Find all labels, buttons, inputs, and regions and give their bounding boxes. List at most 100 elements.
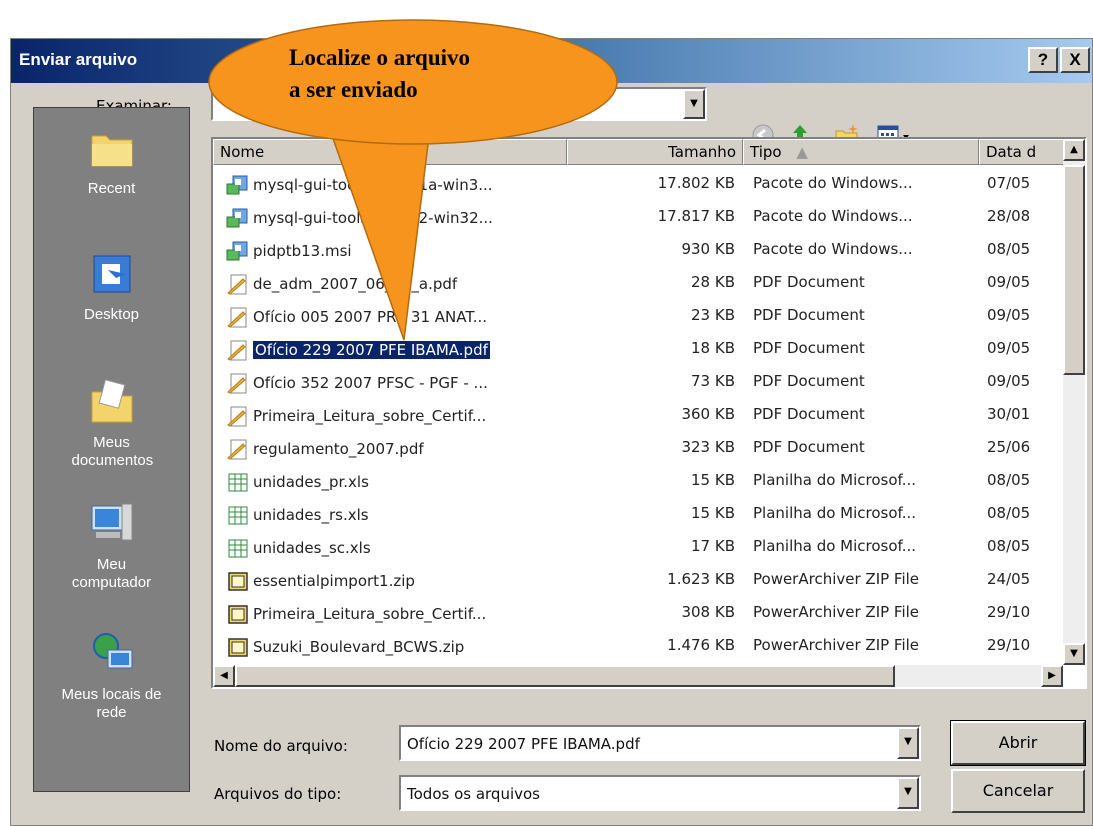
file-type: Pacote do Windows... [753, 207, 913, 225]
file-name: regulamento_2007.pdf [253, 440, 424, 458]
file-row[interactable]: essentialpimport1.zip 1.623 KB PowerArchiv… [213, 563, 1065, 596]
file-date: 24/05 [987, 570, 1031, 588]
scroll-down-button[interactable]: ▼ [1063, 643, 1085, 665]
file-row[interactable]: Ofício 352 2007 PFSC - PGF - ... 73 KB PDF… [213, 365, 1065, 398]
filename-dropdown-button[interactable]: ▼ [897, 727, 919, 759]
file-type: Pacote do Windows... [753, 240, 913, 258]
help-button[interactable]: ? [1028, 47, 1058, 73]
file-row[interactable]: pidptb13.msi 930 KB Pacote do Windows... 08… [213, 233, 1065, 266]
close-button[interactable]: X [1060, 47, 1090, 73]
horizontal-scrollbar[interactable]: ◀ ▶ [213, 665, 1063, 687]
place-desktop[interactable]: Desktop [34, 248, 189, 324]
file-date: 29/10 [987, 603, 1031, 621]
file-row[interactable]: unidades_rs.xls 15 KB Planilha do Microsof… [213, 497, 1065, 530]
excel-file-icon [225, 506, 253, 525]
file-row[interactable]: unidades_sc.xls 17 KB Planilha do Microsof… [213, 530, 1065, 563]
file-row[interactable]: Primeira_Leitura_sobre_Certif... 360 KB PD… [213, 398, 1065, 431]
column-header-size[interactable]: Tamanho [567, 139, 743, 165]
file-type: Planilha do Microsof... [753, 471, 917, 489]
filetype-dropdown-button[interactable]: ▼ [897, 777, 919, 809]
file-list[interactable]: Nome Tamanho Tipo ▲ Data d mysql-gui-too… [211, 137, 1087, 689]
vertical-scrollbar[interactable]: ▲ ▼ [1063, 139, 1085, 665]
recent-folder-icon [91, 135, 132, 167]
file-row[interactable]: mysql-gui-tools-5.0-r11a-win3... 17.802 K… [213, 167, 1065, 200]
filetype-select[interactable]: Todos os arquivos ▼ [399, 775, 921, 811]
file-name-cell: de_adm_2007_06_04_a.pdf [225, 273, 605, 295]
place-my-computer[interactable]: Meu computador [34, 498, 189, 592]
column-header-type[interactable]: Tipo ▲ [743, 139, 979, 165]
my-documents-icon [91, 379, 132, 423]
pdf-file-icon [225, 406, 253, 427]
file-name: Primeira_Leitura_sobre_Certif... [253, 605, 487, 623]
zip-archive-icon [225, 638, 253, 657]
file-name: Primeira_Leitura_sobre_Certif... [253, 407, 487, 425]
file-name: de_adm_2007_06_04_a.pdf [253, 275, 458, 293]
file-type: PowerArchiver ZIP File [753, 603, 920, 621]
file-name-cell: Ofício 352 2007 PFSC - PGF - ... [225, 372, 605, 394]
file-row[interactable]: Ofício 229 2007 PFE IBAMA.pdf 18 KB PDF Do… [213, 332, 1065, 365]
file-row[interactable]: regulamento_2007.pdf 323 KB PDF Document 25… [213, 431, 1065, 464]
file-type: PDF Document [753, 438, 865, 456]
file-name: unidades_pr.xls [253, 473, 369, 491]
file-name: pidptb13.msi [253, 242, 352, 260]
file-size: 1.623 KB [667, 570, 735, 588]
title-bar: Enviar arquivo ? X [11, 39, 1092, 83]
file-name-cell: unidades_sc.xls [225, 537, 605, 559]
file-dialog: Enviar arquivo ? X Examinar: ▼ Recent De… [10, 38, 1093, 826]
file-name: Ofício 229 2007 PFE IBAMA.pdf [252, 340, 491, 360]
file-date: 28/08 [987, 207, 1031, 225]
scroll-right-button[interactable]: ▶ [1041, 665, 1063, 687]
file-row[interactable]: de_adm_2007_06_04_a.pdf 28 KB PDF Document… [213, 266, 1065, 299]
file-name: Ofício 352 2007 PFSC - PGF - ... [253, 374, 488, 392]
filetype-label: Arquivos do tipo: [214, 785, 342, 803]
file-row[interactable]: Suzuki_Boulevard_BCWS.zip 1.476 KB PowerAr… [213, 629, 1065, 662]
cancel-button[interactable]: Cancelar [951, 769, 1085, 813]
place-network[interactable]: Meus locais de rede [34, 628, 189, 722]
scroll-left-button[interactable]: ◀ [213, 665, 235, 687]
file-size: 28 KB [691, 273, 735, 291]
place-label: Meu computador [71, 556, 152, 591]
place-recent[interactable]: Recent [34, 122, 189, 198]
vertical-scroll-thumb[interactable] [1063, 165, 1085, 375]
file-type: PowerArchiver ZIP File [753, 570, 920, 588]
file-row[interactable]: Primeira_Leitura_sobre_Certif... 308 KB Po… [213, 596, 1065, 629]
file-row[interactable]: Ofício 005 2007 PRC 31 ANAT... 23 KB PDF D… [213, 299, 1065, 332]
window-title: Enviar arquivo [19, 50, 138, 69]
column-header-date[interactable]: Data d [979, 139, 1067, 165]
file-name-cell: Primeira_Leitura_sobre_Certif... [225, 603, 605, 625]
file-date: 08/05 [987, 240, 1031, 258]
windows-installer-icon [225, 208, 253, 228]
horizontal-scroll-thumb[interactable] [235, 665, 895, 687]
scroll-up-button[interactable]: ▲ [1063, 139, 1085, 161]
network-places-icon [92, 633, 132, 669]
file-row[interactable]: mysql-gui-tools-5.0-r12-win32... 17.817 K… [213, 200, 1065, 233]
file-date: 08/05 [987, 471, 1031, 489]
file-name-cell: Ofício 229 2007 PFE IBAMA.pdf [225, 339, 605, 361]
zip-archive-icon [225, 605, 253, 624]
file-type: PDF Document [753, 405, 865, 423]
excel-file-icon [225, 473, 253, 492]
file-name: Suzuki_Boulevard_BCWS.zip [253, 638, 465, 656]
file-name: Ofício 005 2007 PRC 31 ANAT... [253, 308, 488, 326]
look-in-dropdown-button[interactable]: ▼ [683, 89, 705, 119]
callout-text: Localize o arquivo a ser enviado [289, 42, 470, 106]
desktop-icon [93, 255, 130, 293]
file-size: 308 KB [681, 603, 735, 621]
file-size: 17.802 KB [657, 174, 735, 192]
place-my-documents[interactable]: Meus documentos [34, 376, 189, 470]
file-size: 930 KB [681, 240, 735, 258]
filename-input[interactable]: Ofício 229 2007 PFE IBAMA.pdf ▼ [399, 725, 921, 761]
file-row[interactable]: unidades_pr.xls 15 KB Planilha do Microsof… [213, 464, 1065, 497]
file-date: 09/05 [987, 339, 1031, 357]
file-size: 17.817 KB [657, 207, 735, 225]
file-name-cell: Primeira_Leitura_sobre_Certif... [225, 405, 605, 427]
file-date: 25/06 [987, 438, 1031, 456]
file-type: PowerArchiver ZIP File [753, 636, 920, 654]
file-type: PDF Document [753, 372, 865, 390]
column-header-name[interactable]: Nome [213, 139, 567, 165]
file-name-cell: unidades_pr.xls [225, 471, 605, 493]
file-date: 07/05 [987, 174, 1031, 192]
my-computer-icon [91, 503, 132, 541]
sort-ascending-icon: ▲ [796, 143, 808, 161]
open-button[interactable]: Abrir [950, 720, 1086, 766]
